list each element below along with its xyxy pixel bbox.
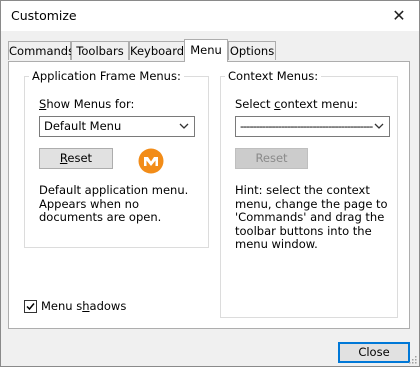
application-frame-menus-legend: Application Frame Menus: [32,69,181,83]
customize-dialog: Customize ✕ Commands Toolbars Keyboard M… [0,0,420,367]
chevron-down-icon [374,123,384,129]
check-icon [26,303,35,311]
app-frame-reset-button[interactable]: Reset [39,148,113,169]
context-menu-value: ----------------------------------------… [240,119,373,133]
tab-toolbars[interactable]: Toolbars [71,41,129,60]
resize-grip-icon[interactable] [407,354,417,364]
select-context-menu-label: Select context menu: [235,97,358,111]
close-icon[interactable]: ✕ [389,6,409,26]
menu-tab-panel: Application Frame Menus: Show Menus for:… [8,61,410,329]
tab-menu[interactable]: Menu [184,39,228,62]
show-menus-for-label: Show Menus for: [39,97,135,111]
context-reset-button[interactable]: Reset [235,148,308,169]
show-menus-for-select[interactable]: Default Menu [39,116,195,137]
menu-shadows-checkbox[interactable] [24,300,37,313]
app-logo-icon [138,148,164,174]
app-frame-description: Default application menu. Appears when n… [39,183,189,224]
context-menu-select[interactable]: ----------------------------------------… [235,116,390,137]
context-hint: Hint: select the context menu, change th… [235,183,388,251]
show-menus-for-value: Default Menu [44,119,122,133]
context-menus-legend: Context Menus: [228,69,319,83]
tab-commands[interactable]: Commands [8,41,74,60]
chevron-down-icon [179,123,189,129]
window-title: Customize [11,8,77,23]
close-button[interactable]: Close [338,342,410,363]
title-bar: Customize ✕ [1,1,419,31]
menu-shadows-label[interactable]: Menu shadows [41,299,126,314]
tab-options[interactable]: Options [228,41,276,60]
tab-keyboard[interactable]: Keyboard [129,41,185,60]
